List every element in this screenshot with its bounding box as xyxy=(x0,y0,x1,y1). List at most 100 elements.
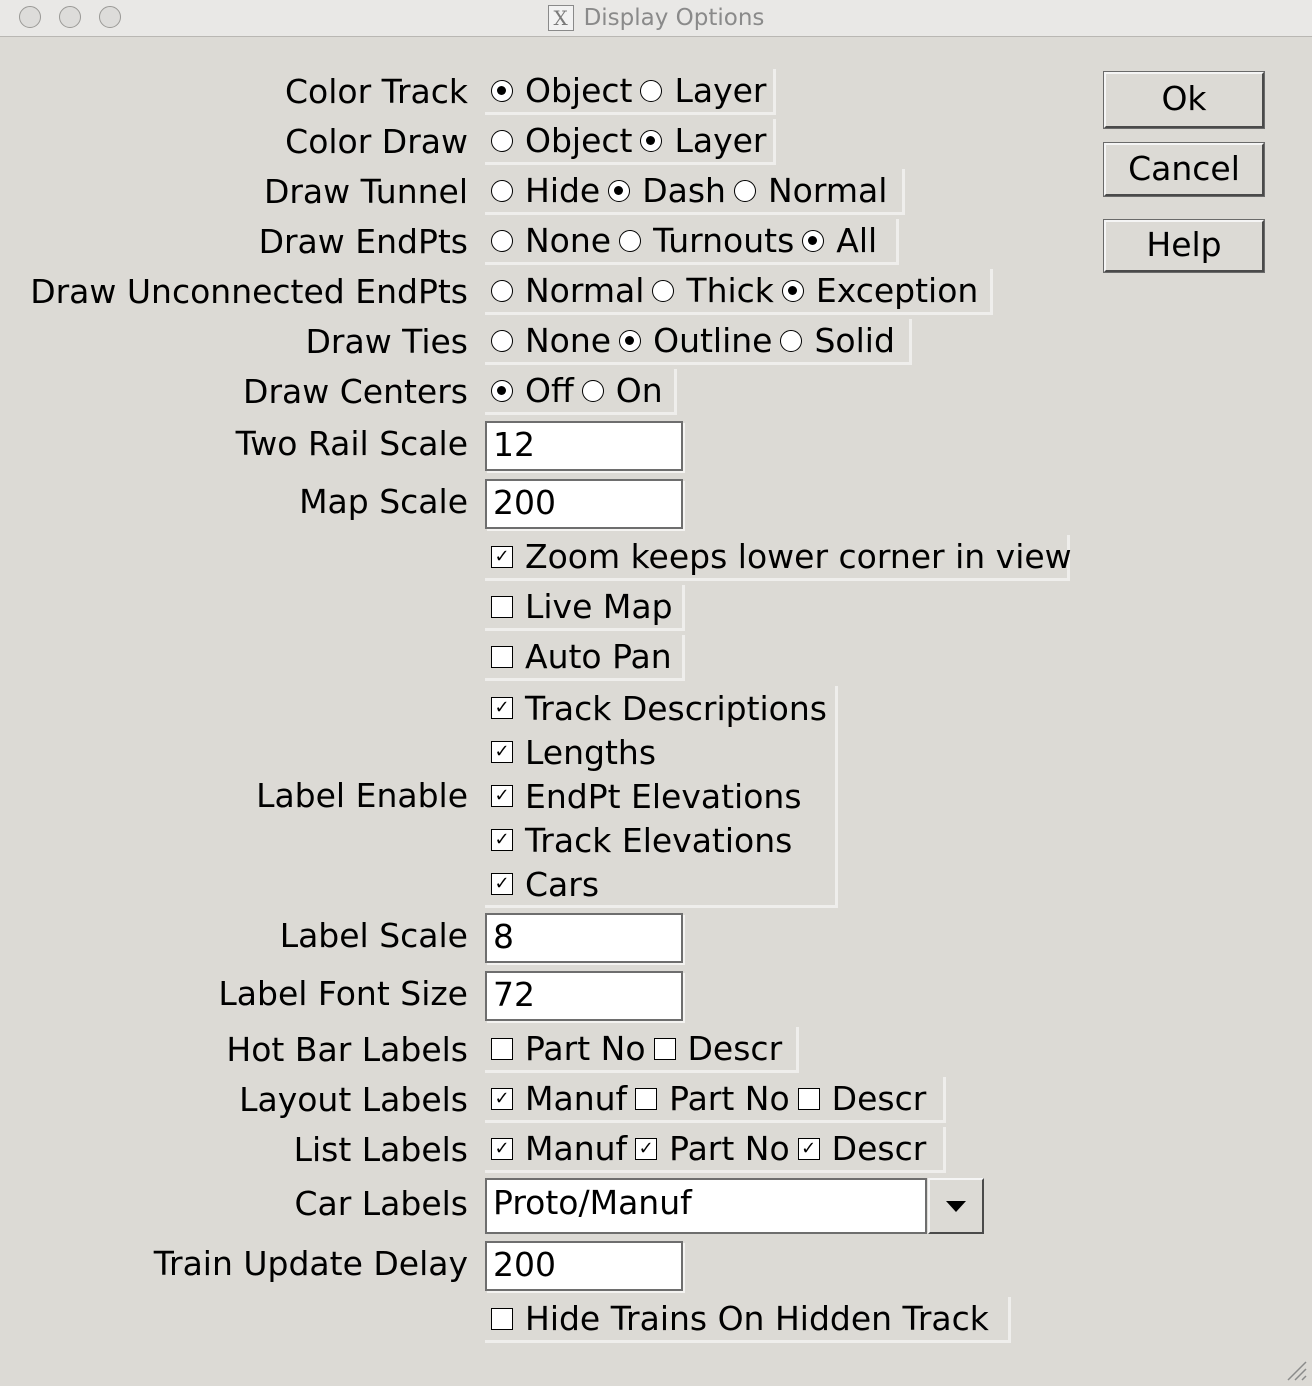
checkbox-label: Part No xyxy=(525,1029,646,1068)
checkbox-descr[interactable]: Descr xyxy=(648,1029,785,1068)
checkbox-checked-icon[interactable]: ✓ xyxy=(491,1087,513,1110)
radio-option-label: Object xyxy=(525,71,633,110)
radio-option-normal[interactable]: Normal xyxy=(728,171,889,210)
radio-selected-icon[interactable] xyxy=(619,329,642,352)
checkbox-part-no[interactable]: Part No xyxy=(629,1079,792,1118)
radio-option-exception[interactable]: Exception xyxy=(776,271,980,310)
radio-option-label: Hide xyxy=(525,171,601,210)
checkbox-label: Track Descriptions xyxy=(525,688,827,728)
radio-option-none[interactable]: None xyxy=(485,321,613,360)
label-enable-track-elevations[interactable]: ✓ Track Elevations xyxy=(485,818,792,862)
radio-option-thick[interactable]: Thick xyxy=(646,271,776,310)
radio-unselected-icon[interactable] xyxy=(733,179,756,202)
radio-option-label: Normal xyxy=(525,271,645,310)
dropdown-arrow-button[interactable] xyxy=(928,1178,984,1234)
label-scale-label: Label Scale xyxy=(279,916,468,955)
car-labels-dropdown[interactable]: Proto/Manuf xyxy=(485,1178,985,1234)
live-map-checkbox[interactable]: Live Map xyxy=(485,585,685,631)
auto-pan-checkbox[interactable]: Auto Pan xyxy=(485,635,685,681)
radio-option-hide[interactable]: Hide xyxy=(485,171,602,210)
checkbox-unchecked-icon[interactable] xyxy=(635,1087,658,1110)
label-scale-input[interactable]: 8 xyxy=(485,913,683,963)
draw-endpts-radio-group: None Turnouts All xyxy=(485,219,899,265)
live-map-row: Live Map xyxy=(0,585,1312,631)
radio-unselected-icon[interactable] xyxy=(491,229,513,252)
list-labels-row: List Labels ✓ Manuf ✓ Part No ✓ Descr xyxy=(0,1127,1312,1173)
checkbox-checked-icon[interactable]: ✓ xyxy=(491,697,513,719)
zoom-keeps-checkbox[interactable]: ✓ Zoom keeps lower corner in view xyxy=(485,535,1072,581)
radio-selected-icon[interactable] xyxy=(802,229,825,252)
radio-unselected-icon[interactable] xyxy=(491,279,513,302)
train-update-delay-input[interactable]: 200 xyxy=(485,1241,683,1291)
radio-option-object[interactable]: Object xyxy=(485,121,634,160)
radio-unselected-icon[interactable] xyxy=(491,329,513,352)
radio-unselected-icon[interactable] xyxy=(780,329,803,352)
radio-option-layer[interactable]: Layer xyxy=(634,71,768,110)
checkbox-checked-icon[interactable]: ✓ xyxy=(491,829,513,851)
checkbox-descr[interactable]: ✓ Descr xyxy=(792,1129,929,1168)
label-enable-label: Label Enable xyxy=(256,776,468,815)
list-labels-checkbox-group: ✓ Manuf ✓ Part No ✓ Descr xyxy=(485,1127,946,1173)
radio-option-on[interactable]: On xyxy=(576,371,665,410)
radio-option-dash[interactable]: Dash xyxy=(602,171,728,210)
map-scale-label: Map Scale xyxy=(299,482,468,521)
radio-selected-icon[interactable] xyxy=(491,79,513,102)
radio-option-solid[interactable]: Solid xyxy=(774,321,896,360)
radio-option-normal[interactable]: Normal xyxy=(485,271,646,310)
draw-ties-radio-group: None Outline Solid xyxy=(485,319,912,365)
checkbox-part-no[interactable]: ✓ Part No xyxy=(629,1129,792,1168)
draw-centers-label: Draw Centers xyxy=(243,372,468,411)
checkbox-checked-icon[interactable]: ✓ xyxy=(491,873,513,895)
radio-option-all[interactable]: All xyxy=(796,221,879,260)
radio-unselected-icon[interactable] xyxy=(652,279,675,302)
auto-pan-check-icon[interactable] xyxy=(491,645,513,668)
checkbox-checked-icon[interactable]: ✓ xyxy=(491,1137,513,1160)
live-map-check-icon[interactable] xyxy=(491,595,513,618)
radio-unselected-icon[interactable] xyxy=(640,79,663,102)
label-enable-track-descriptions[interactable]: ✓ Track Descriptions xyxy=(485,686,827,730)
checkbox-checked-icon[interactable]: ✓ xyxy=(797,1137,820,1160)
car-labels-value[interactable]: Proto/Manuf xyxy=(485,1178,927,1234)
checkbox-manuf[interactable]: ✓ Manuf xyxy=(485,1079,629,1118)
draw-tunnel-row: Draw Tunnel Hide Dash Normal xyxy=(0,169,1312,215)
checkbox-unchecked-icon[interactable] xyxy=(653,1037,676,1060)
label-enable-lengths[interactable]: ✓ Lengths xyxy=(485,730,656,774)
hide-trains-checkbox[interactable]: Hide Trains On Hidden Track xyxy=(485,1297,1011,1343)
radio-unselected-icon[interactable] xyxy=(491,179,513,202)
radio-option-none[interactable]: None xyxy=(485,221,613,260)
label-enable-endpt-elevations[interactable]: ✓ EndPt Elevations xyxy=(485,774,802,818)
hide-trains-text: Hide Trains On Hidden Track xyxy=(525,1299,989,1338)
radio-selected-icon[interactable] xyxy=(640,129,663,152)
checkbox-label: Descr xyxy=(687,1029,783,1068)
checkbox-checked-icon[interactable]: ✓ xyxy=(491,741,513,763)
radio-unselected-icon[interactable] xyxy=(491,129,513,152)
label-font-size-input[interactable]: 72 xyxy=(485,971,683,1021)
auto-pan-text: Auto Pan xyxy=(525,637,672,676)
hide-trains-check-icon[interactable] xyxy=(491,1307,513,1330)
checkbox-part-no[interactable]: Part No xyxy=(485,1029,648,1068)
two-rail-scale-input[interactable]: 12 xyxy=(485,421,683,471)
layout-labels-checkbox-group: ✓ Manuf Part No Descr xyxy=(485,1077,946,1123)
zoom-keeps-check-icon[interactable]: ✓ xyxy=(491,545,513,568)
radio-selected-icon[interactable] xyxy=(491,379,513,402)
radio-option-layer[interactable]: Layer xyxy=(634,121,768,160)
radio-option-outline[interactable]: Outline xyxy=(613,321,774,360)
radio-selected-icon[interactable] xyxy=(608,179,631,202)
radio-unselected-icon[interactable] xyxy=(581,379,604,402)
checkbox-label: Descr xyxy=(831,1079,927,1118)
resize-grip-icon[interactable] xyxy=(1284,1358,1308,1382)
radio-option-turnouts[interactable]: Turnouts xyxy=(613,221,796,260)
radio-option-off[interactable]: Off xyxy=(485,371,576,410)
map-scale-input[interactable]: 200 xyxy=(485,479,683,529)
label-enable-cars[interactable]: ✓ Cars xyxy=(485,862,599,906)
radio-unselected-icon[interactable] xyxy=(619,229,642,252)
checkbox-checked-icon[interactable]: ✓ xyxy=(635,1137,658,1160)
checkbox-manuf[interactable]: ✓ Manuf xyxy=(485,1129,629,1168)
radio-option-object[interactable]: Object xyxy=(485,71,634,110)
checkbox-unchecked-icon[interactable] xyxy=(797,1087,820,1110)
checkbox-descr[interactable]: Descr xyxy=(792,1079,929,1118)
checkbox-unchecked-icon[interactable] xyxy=(491,1037,513,1060)
checkbox-checked-icon[interactable]: ✓ xyxy=(491,785,513,807)
checkbox-label: Part No xyxy=(669,1129,790,1168)
radio-selected-icon[interactable] xyxy=(781,279,804,302)
